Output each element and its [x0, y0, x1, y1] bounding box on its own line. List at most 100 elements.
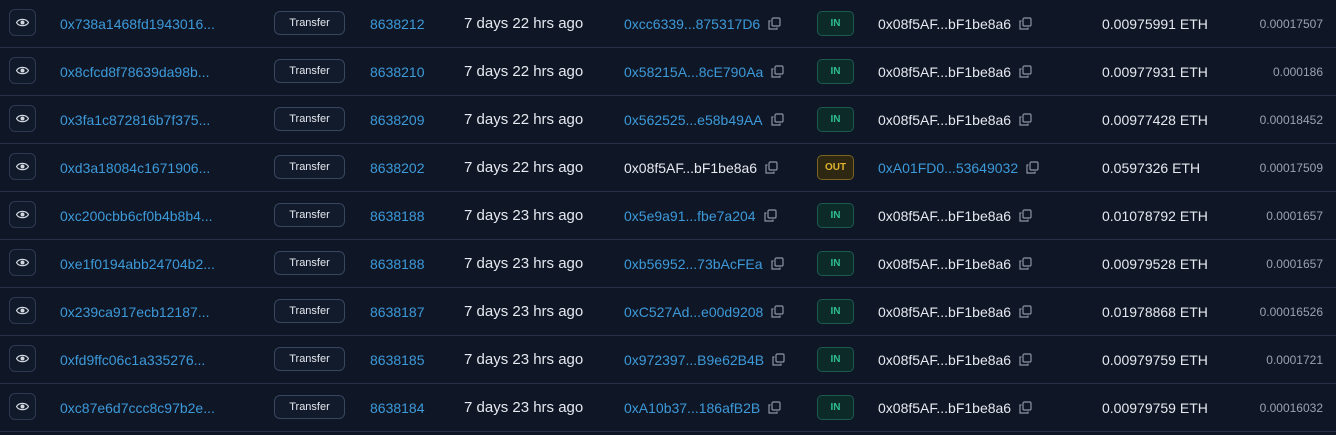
copy-icon[interactable]	[1019, 17, 1032, 30]
copy-icon[interactable]	[1019, 401, 1032, 414]
block-link[interactable]: 8638187	[370, 288, 425, 335]
table-row: 0xc200cbb6cf0b4b8b4... Transfer 8638188 7 d…	[0, 192, 1336, 240]
copy-icon[interactable]	[772, 353, 785, 366]
view-details-button[interactable]	[9, 9, 36, 36]
age-text: 7 days 23 hrs ago	[464, 303, 584, 320]
table-row: 0x738a1468fd1943016... Transfer 8638212 7 d…	[0, 0, 1336, 48]
block-link[interactable]: 8638212	[370, 0, 425, 47]
value-text: 0.00979528 ETH	[1102, 255, 1208, 272]
copy-icon[interactable]	[1019, 113, 1032, 126]
to-address-text: 0x08f5AF...bF1be8a6	[878, 111, 1012, 128]
eye-icon	[16, 402, 29, 411]
tx-hash-link[interactable]: 0x738a1468fd1943016...	[60, 0, 215, 47]
from-address: 0xb56952...73bAcFEa	[624, 240, 784, 287]
copy-icon[interactable]	[770, 113, 784, 126]
from-address-text[interactable]: 0xA10b37...186afB2B	[624, 400, 760, 416]
transactions-table: 0x738a1468fd1943016... Transfer 8638212 7 d…	[0, 0, 1336, 435]
tx-hash-link[interactable]: 0xe1f0194abb24704b2...	[60, 240, 215, 287]
direction-badge: IN	[817, 395, 854, 420]
to-address-text: 0x08f5AF...bF1be8a6	[878, 255, 1012, 272]
to-address: 0x08f5AF...bF1be8a6	[878, 96, 1032, 143]
block-link[interactable]: 8638184	[370, 384, 425, 431]
copy-icon[interactable]	[771, 65, 784, 78]
view-details-button[interactable]	[9, 105, 36, 132]
copy-icon[interactable]	[763, 209, 777, 222]
method-badge: Transfer	[274, 11, 345, 35]
copy-icon[interactable]	[771, 305, 784, 318]
to-address: 0x08f5AF...bF1be8a6	[878, 0, 1032, 47]
view-details-button[interactable]	[9, 393, 36, 420]
view-details-button[interactable]	[9, 201, 36, 228]
to-address: 0x08f5AF...bF1be8a6	[878, 384, 1032, 431]
view-details-button[interactable]	[9, 57, 36, 84]
method-badge: Transfer	[274, 299, 345, 323]
eye-icon	[16, 210, 29, 219]
to-address: 0x08f5AF...bF1be8a6	[878, 240, 1032, 287]
copy-icon[interactable]	[768, 17, 781, 30]
table-row: 0x8cfcd8f78639da98b... Transfer 8638210 7 d…	[0, 48, 1336, 96]
eye-icon	[16, 114, 29, 123]
copy-icon[interactable]	[1019, 305, 1032, 318]
tx-hash-link[interactable]: 0x3fa1c872816b7f375...	[60, 96, 210, 143]
from-address: 0xA10b37...186afB2B	[624, 384, 781, 431]
age-text: 7 days 23 hrs ago	[464, 399, 584, 416]
tx-hash-link[interactable]: 0x239ca917ecb12187...	[60, 288, 209, 335]
age-text: 7 days 22 hrs ago	[464, 15, 584, 32]
block-link[interactable]: 8638202	[370, 144, 425, 191]
copy-icon[interactable]	[1019, 209, 1032, 222]
to-address-text: 0x08f5AF...bF1be8a6	[878, 63, 1012, 80]
tx-hash-link[interactable]: 0xc200cbb6cf0b4b8b4...	[60, 192, 213, 239]
from-address-text[interactable]: 0x58215A...8cE790Aa	[624, 64, 763, 80]
block-link[interactable]: 8638188	[370, 192, 425, 239]
table-row: 0xe1f0194abb24704b2... Transfer 8638188 7 d…	[0, 240, 1336, 288]
from-address-text[interactable]: 0xcc6339...875317D6	[624, 16, 760, 32]
view-details-button[interactable]	[9, 345, 36, 372]
copy-icon[interactable]	[1019, 257, 1032, 270]
table-row: 0xfd9ffc06c1a335276... Transfer 8638185 7 d…	[0, 336, 1336, 384]
table-row: 0x3fa1c872816b7f375... Transfer 8638209 7 d…	[0, 96, 1336, 144]
tx-hash-link[interactable]: 0xfd9ffc06c1a335276...	[60, 336, 205, 383]
eye-icon	[16, 18, 29, 27]
copy-icon[interactable]	[1019, 65, 1032, 78]
to-address-text[interactable]: 0xA01FD0...53649032	[878, 160, 1018, 176]
direction-badge: IN	[817, 107, 854, 132]
from-address-text[interactable]: 0xC527Ad...e00d9208	[624, 304, 763, 320]
from-address-text[interactable]: 0xb56952...73bAcFEa	[624, 256, 763, 272]
from-address: 0x58215A...8cE790Aa	[624, 48, 784, 95]
copy-icon[interactable]	[1026, 161, 1039, 174]
block-link[interactable]: 8638209	[370, 96, 425, 143]
to-address: 0x08f5AF...bF1be8a6	[878, 192, 1032, 239]
block-link[interactable]: 8638188	[370, 240, 425, 287]
view-details-button[interactable]	[9, 249, 36, 276]
from-address-text[interactable]: 0x972397...B9e62B4B	[624, 352, 764, 368]
table-row: 0xc87e6d7ccc8c97b2e... Transfer 8638184 7 d…	[0, 384, 1336, 432]
fee-text: 0.00017507	[1259, 16, 1323, 31]
from-address: 0x08f5AF...bF1be8a6	[624, 144, 778, 191]
block-link[interactable]: 8638210	[370, 48, 425, 95]
copy-icon[interactable]	[768, 401, 781, 414]
method-badge: Transfer	[274, 251, 345, 275]
method-badge: Transfer	[274, 203, 345, 227]
from-address-text[interactable]: 0x5e9a91...fbe7a204	[624, 208, 756, 224]
to-address-text: 0x08f5AF...bF1be8a6	[878, 303, 1012, 320]
tx-hash-link[interactable]: 0xc87e6d7ccc8c97b2e...	[60, 384, 215, 431]
tx-hash-link[interactable]: 0xd3a18084c1671906...	[60, 144, 210, 191]
copy-icon[interactable]	[770, 257, 784, 270]
block-link[interactable]: 8638185	[370, 336, 425, 383]
copy-icon[interactable]	[765, 161, 778, 174]
from-address-text[interactable]: 0x562525...e58b49AA	[624, 112, 763, 128]
fee-text: 0.00017509	[1259, 160, 1323, 175]
direction-badge: IN	[817, 299, 854, 324]
eye-icon	[16, 258, 29, 267]
tx-hash-link[interactable]: 0x8cfcd8f78639da98b...	[60, 48, 209, 95]
copy-icon[interactable]	[1019, 353, 1032, 366]
table-row: 0x239ca917ecb12187... Transfer 8638187 7 da…	[0, 288, 1336, 336]
view-details-button[interactable]	[9, 153, 36, 180]
value-text: 0.00977428 ETH	[1102, 111, 1208, 128]
age-text: 7 days 22 hrs ago	[464, 63, 584, 80]
view-details-button[interactable]	[9, 297, 36, 324]
direction-badge: IN	[817, 59, 854, 84]
fee-text: 0.0001657	[1266, 208, 1323, 223]
age-text: 7 days 23 hrs ago	[464, 255, 584, 272]
method-badge: Transfer	[274, 347, 345, 371]
